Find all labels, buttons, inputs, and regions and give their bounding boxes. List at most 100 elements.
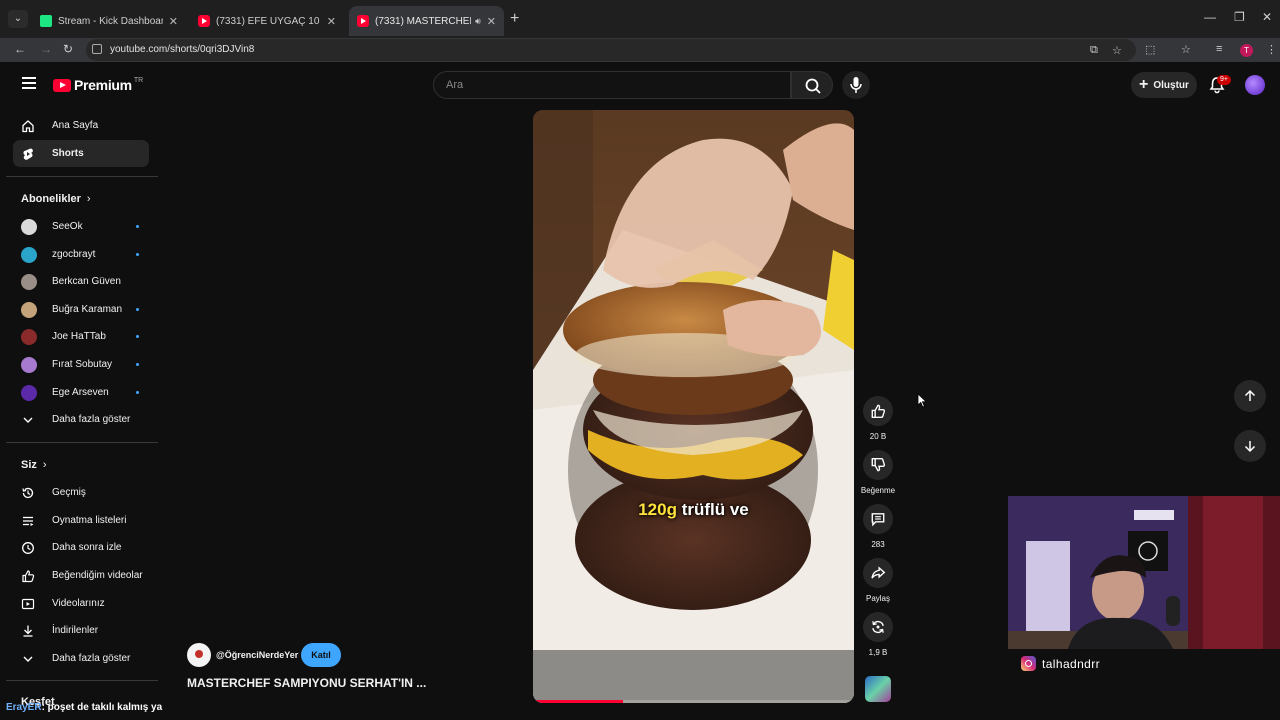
like-button[interactable] <box>863 396 893 426</box>
join-button[interactable]: Katıl <box>301 643 341 667</box>
video-title[interactable]: MASTERCHEF SAMPIYONU SERHAT'IN ... <box>187 676 426 690</box>
shorts-video-player[interactable]: 120g trüflü ve <box>533 110 854 703</box>
close-icon[interactable]: ✕ <box>327 15 336 28</box>
forward-icon[interactable]: → <box>40 42 52 56</box>
create-label: Oluştur <box>1153 79 1189 91</box>
dislike-button[interactable] <box>863 450 893 480</box>
sidebar-item-label: Joe HaTTab <box>52 331 106 342</box>
tab-efe-uygac[interactable]: (7331) EFE UYGAÇ 10 YABANCI ✕ <box>190 6 344 36</box>
comment-button[interactable] <box>863 504 893 534</box>
instagram-tag: talhadndrr <box>1021 656 1100 671</box>
sidebar-item-label: İndirilenler <box>52 625 99 636</box>
sidebar-item-ege-arseven[interactable]: Ege Arseven <box>13 379 149 406</box>
playlist-icon <box>21 514 35 528</box>
sidebar-item-downloads[interactable]: İndirilenler <box>13 617 149 644</box>
share-action: Paylaş <box>860 558 896 603</box>
subscriptions-title: Abonelikler <box>21 193 81 205</box>
subscriptions-heading[interactable]: Abonelikler › <box>21 193 91 205</box>
instagram-handle: talhadndrr <box>1042 656 1101 671</box>
new-tab-button[interactable]: + <box>510 10 519 28</box>
tab-search-button[interactable]: ⌄ <box>8 10 28 28</box>
bookmarks-icon[interactable]: ☆ <box>1181 43 1191 56</box>
avatar <box>21 301 37 318</box>
chat-text: : poşet de takılı kalmış ya <box>41 702 163 713</box>
install-app-icon[interactable]: ⧉ <box>1090 44 1098 57</box>
instagram-icon <box>1021 656 1036 671</box>
address-bar[interactable]: youtube.com/shorts/0qri3DJVin8 ⧉ ☆ <box>86 39 1136 61</box>
search-box <box>433 71 791 99</box>
sidebar-show-more-you[interactable]: Daha fazla göster <box>13 645 149 672</box>
history-icon <box>21 486 35 500</box>
logo-text: Premium <box>74 77 132 93</box>
caption-text: trüflü ve <box>681 500 749 519</box>
back-icon[interactable]: ← <box>14 42 26 56</box>
sidebar-item-home[interactable]: Ana Sayfa <box>13 112 149 139</box>
comment-action: 283 <box>860 504 896 549</box>
clock-icon <box>21 541 35 555</box>
close-icon[interactable]: ✕ <box>487 15 496 28</box>
address-toolbar: ← → ↻ youtube.com/shorts/0qri3DJVin8 ⧉ ☆… <box>0 38 1280 62</box>
comment-count: 283 <box>871 540 885 549</box>
search-button[interactable] <box>791 71 833 99</box>
sound-thumbnail[interactable] <box>865 676 891 702</box>
voice-search-button[interactable] <box>842 71 870 99</box>
sidebar-item-label: Daha sonra izle <box>52 542 122 553</box>
media-control-icon[interactable]: ≡ <box>1216 43 1222 55</box>
tab-masterchef[interactable]: (7331) MASTERCHEF SAMPİ 🔊︎ ✕ <box>349 6 504 36</box>
close-window-icon[interactable]: ✕ <box>1262 10 1272 24</box>
sidebar-item-joe-hattab[interactable]: Joe HaTTab <box>13 323 149 350</box>
sidebar-item-firat-sobutay[interactable]: Fırat Sobutay <box>13 351 149 378</box>
video-frame <box>533 110 854 703</box>
speaker-icon[interactable]: 🔊︎ <box>475 16 481 27</box>
sidebar-item-label: Oynatma listeleri <box>52 515 127 526</box>
channel-name[interactable]: @ÖğrenciNerdeYer <box>216 650 298 660</box>
sidebar-divider <box>6 176 158 177</box>
youtube-premium-logo[interactable]: Premium TR <box>53 77 143 93</box>
chevron-right-icon: › <box>86 193 91 205</box>
sidebar-item-your-videos[interactable]: Videolarınız <box>13 590 149 617</box>
you-title: Siz <box>21 459 37 471</box>
tab-kick-dashboard[interactable]: Stream - Kick Dashboard ✕ <box>32 6 186 36</box>
bookmark-star-icon[interactable]: ☆ <box>1112 44 1122 57</box>
sidebar-item-berkcan-guven[interactable]: Berkcan Güven <box>13 268 149 295</box>
previous-short-button[interactable] <box>1234 380 1266 412</box>
sidebar-show-more-subscriptions[interactable]: Daha fazla göster <box>13 406 149 433</box>
guide-menu-icon[interactable] <box>22 77 36 89</box>
sidebar-item-bugra-karaman[interactable]: Buğra Karaman <box>13 296 149 323</box>
channel-avatar[interactable] <box>187 643 211 667</box>
site-info-icon[interactable] <box>92 44 102 54</box>
dislike-action: Beğenme <box>855 450 901 495</box>
account-avatar[interactable] <box>1245 75 1265 95</box>
sidebar-item-shorts[interactable]: Shorts <box>13 140 149 167</box>
browser-profile-avatar[interactable]: T <box>1240 44 1253 57</box>
extensions-icon[interactable]: ⬚ <box>1145 43 1155 56</box>
sidebar-item-history[interactable]: Geçmiş <box>13 479 149 506</box>
sidebar-item-playlists[interactable]: Oynatma listeleri <box>13 507 149 534</box>
url-text: youtube.com/shorts/0qri3DJVin8 <box>110 44 255 55</box>
minimize-icon[interactable]: — <box>1204 10 1216 24</box>
remix-button[interactable] <box>863 612 893 642</box>
sidebar-item-label: Geçmiş <box>52 487 86 498</box>
share-button[interactable] <box>863 558 893 588</box>
restore-icon[interactable]: ❐ <box>1234 10 1245 24</box>
browser-menu-icon[interactable]: ⋮ <box>1266 43 1277 56</box>
sidebar-item-seeok[interactable]: SeeOk <box>13 213 149 240</box>
caption-highlight: 120g <box>638 500 677 519</box>
next-short-button[interactable] <box>1234 430 1266 462</box>
reload-icon[interactable]: ↻ <box>63 42 73 56</box>
remix-icon <box>872 620 884 634</box>
sidebar-item-zgocbrayt[interactable]: zgocbrayt <box>13 241 149 268</box>
sidebar-item-watch-later[interactable]: Daha sonra izle <box>13 534 149 561</box>
new-content-dot <box>136 225 139 228</box>
video-progress-bar[interactable] <box>533 700 854 703</box>
create-button[interactable]: + Oluştur <box>1131 72 1197 98</box>
sidebar-item-label: Beğendiğim videolar <box>52 570 143 581</box>
avatar <box>21 246 37 263</box>
sidebar-item-liked-videos[interactable]: Beğendiğim videolar <box>13 562 149 589</box>
sidebar-item-label: zgocbrayt <box>52 249 96 260</box>
sidebar-item-label: Ege Arseven <box>52 387 109 398</box>
youtube-play-icon <box>53 78 71 92</box>
close-icon[interactable]: ✕ <box>169 15 178 28</box>
you-heading[interactable]: Siz › <box>21 459 47 471</box>
search-input[interactable] <box>434 72 790 98</box>
